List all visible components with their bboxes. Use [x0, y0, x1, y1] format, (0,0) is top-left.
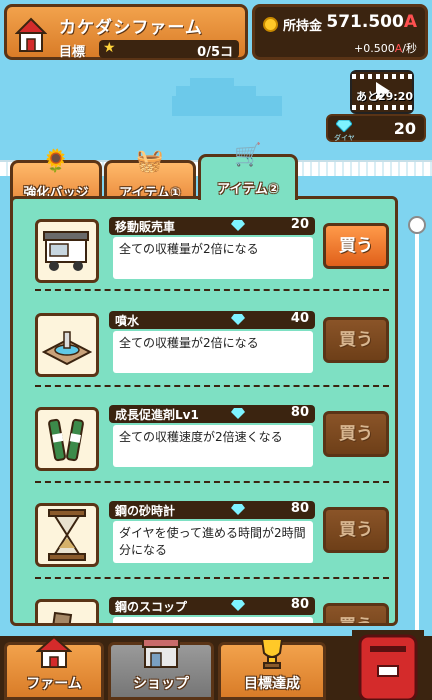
item-price: 80	[290, 501, 309, 516]
shovel-icon	[52, 611, 73, 623]
film-strip	[352, 105, 412, 110]
nav-shop[interactable]: ショップ	[108, 638, 214, 700]
diamond-icon	[231, 314, 245, 325]
tab-label: アイテム②	[217, 182, 279, 197]
item-image	[35, 313, 99, 377]
list-item: 鋼のスコップ 80 買う	[13, 589, 395, 623]
item-description: 全ての収穫速度が2倍速くなる	[113, 425, 313, 467]
scrollbar-thumb[interactable]	[408, 216, 426, 234]
diamond-value: 20	[393, 119, 416, 138]
item-name-bar: 鋼のスコップ 80	[109, 597, 315, 615]
divider	[35, 385, 389, 387]
diamond-icon	[231, 408, 245, 419]
fountain-icon	[42, 331, 92, 366]
coin-icon	[263, 17, 278, 32]
item-name: 移動販売車	[115, 220, 176, 234]
nav-farm[interactable]: ファーム	[4, 635, 104, 700]
divider	[35, 289, 389, 291]
item-image	[35, 219, 99, 283]
scrollbar-track[interactable]	[415, 222, 419, 640]
shop-icon	[142, 638, 180, 668]
item-price: 20	[290, 217, 309, 232]
diamond-label: ダイヤ	[334, 134, 355, 142]
growth-potion-icon	[48, 418, 84, 462]
item-name-bar: 移動販売車 20	[109, 217, 315, 235]
diamond-panel: ダイヤ 20	[326, 114, 426, 142]
goal-progress-bar: ★ 0/5コ	[99, 40, 239, 60]
food-truck-icon	[43, 231, 89, 271]
money-rate-suffix: /秒	[402, 42, 417, 55]
item-description: 全ての収穫量が2倍になる	[113, 331, 313, 373]
nav-label: ショップ	[133, 676, 189, 692]
goal-count: 0/5コ	[197, 45, 233, 60]
farm-name: カケダシファーム	[59, 18, 203, 38]
item-image	[35, 503, 99, 567]
item-name-bar: 鋼の砂時計 80	[109, 501, 315, 519]
buy-button[interactable]: 買う	[323, 317, 389, 363]
diamond-icon	[231, 220, 245, 231]
item-name: 鋼のスコップ	[115, 600, 188, 614]
farm-header[interactable]: カケダシファーム 目標 ★ 0/5コ	[4, 4, 248, 60]
sun-crop-icon: 🌻	[42, 149, 70, 174]
item-price: 40	[290, 311, 309, 326]
trophy-icon	[260, 638, 284, 669]
item-name: 成長促進剤Lv1	[115, 408, 199, 422]
divider	[35, 577, 389, 579]
divider	[35, 481, 389, 483]
item-image	[35, 599, 99, 623]
nav-goals[interactable]: 目標達成	[218, 638, 326, 700]
cloud	[172, 96, 282, 116]
diamond-icon	[336, 120, 352, 132]
money-panel: 所持金 571.500A +0.500A/秒	[252, 4, 428, 60]
farm-house-icon	[15, 17, 47, 52]
item-price: 80	[290, 405, 309, 420]
item-name: 噴水	[115, 314, 140, 328]
star-icon: ★	[103, 40, 116, 56]
hourglass-icon	[48, 509, 86, 561]
cart-icon: 🛒	[234, 143, 262, 168]
tab-items-2[interactable]: 🛒 アイテム②	[198, 143, 298, 200]
money-rate: +0.500A/秒	[354, 40, 417, 56]
money-amount: 571.500	[326, 12, 404, 32]
buy-button[interactable]: 買う	[323, 507, 389, 553]
film-strip	[352, 74, 412, 79]
money-value: 571.500A	[326, 12, 417, 32]
buy-button[interactable]: 買う	[323, 223, 389, 269]
item-price: 80	[290, 597, 309, 612]
item-name-bar: 成長促進剤Lv1 80	[109, 405, 315, 423]
shop-item-list[interactable]: 移動販売車 20 全ての収穫量が2倍になる 買う 噴水 40 全ての収穫量が2倍…	[10, 196, 398, 626]
worker-icon: 🧺	[136, 149, 164, 174]
nav-label: ファーム	[26, 676, 82, 692]
farm-house-icon	[36, 635, 72, 668]
mailbox-icon[interactable]	[352, 630, 424, 700]
list-item: 成長促進剤Lv1 80 全ての収穫速度が2倍速くなる 買う	[13, 397, 395, 493]
money-unit: A	[403, 12, 417, 32]
nav-label: 目標達成	[244, 676, 300, 692]
item-description	[113, 617, 313, 623]
money-label: 所持金	[283, 19, 323, 34]
video-timer: あと29:20	[356, 90, 414, 103]
goal-label: 目標	[59, 45, 86, 60]
item-description: 全ての収穫量が2倍になる	[113, 237, 313, 279]
diamond-icon	[231, 504, 245, 515]
cloud	[190, 78, 234, 88]
item-description: ダイヤを使って進める時間が2時間分になる	[113, 521, 313, 563]
list-item: 鋼の砂時計 80 ダイヤを使って進める時間が2時間分になる 買う	[13, 493, 395, 589]
item-name: 鋼の砂時計	[115, 504, 176, 518]
buy-button[interactable]: 買う	[323, 411, 389, 457]
item-name-bar: 噴水 40	[109, 311, 315, 329]
buy-button[interactable]: 買う	[323, 603, 389, 623]
item-image	[35, 407, 99, 471]
diamond-icon	[231, 600, 245, 611]
money-rate-amount: +0.500	[354, 42, 395, 55]
